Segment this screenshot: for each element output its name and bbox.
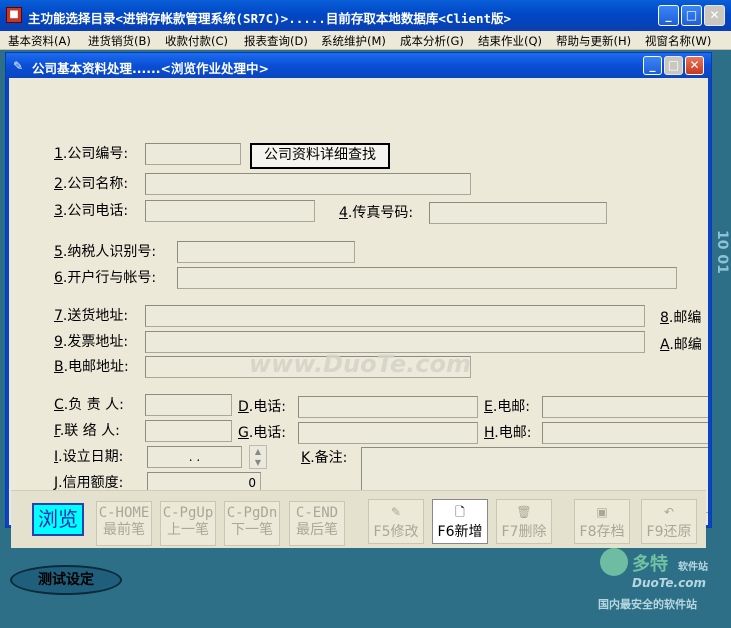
edit-button[interactable]: ✎ F5修改 [368,499,424,544]
new-doc-icon: 🗋 [455,505,465,519]
next-record-key: C-PgDn [226,505,278,521]
edge-watermark: 10 01 [714,230,730,274]
undo-label: F9还原 [646,524,692,540]
person-in-charge-field[interactable] [145,394,232,416]
phone-g-field[interactable] [298,422,478,444]
phone-d-label: D.电话: [238,399,286,415]
menu-exit[interactable]: 结束作业(Q) [478,33,542,49]
test-settings-button[interactable]: 测试设定 [10,565,122,595]
next-record-button[interactable]: C-PgDn 下一笔 [224,501,280,546]
main-titlebar: ■ 主功能选择目录<进销存帐款管理系统(SR7C)>.....目前存取本地数据库… [0,0,731,31]
logo-slogan-text: 国内最安全的软件站 [598,598,697,611]
setup-date-field[interactable]: . . [147,446,242,468]
email-h-label: H.电邮: [484,425,532,441]
contact-field[interactable] [145,420,232,442]
email-e-field[interactable] [542,396,708,418]
tax-id-field[interactable] [177,241,355,263]
company-lookup-button[interactable]: 公司资料详细查找 [250,143,390,169]
menu-system-maintenance[interactable]: 系统维护(M) [321,33,386,49]
undo-button[interactable]: ↶ F9还原 [641,499,697,544]
email-e-label: E.电邮: [484,399,531,415]
duote-logo-icon [600,548,628,576]
delivery-zip-label: 8.邮编 [660,310,702,326]
save-icon: ▣ [596,505,608,519]
undo-icon: ↶ [663,505,675,519]
company-no-field[interactable] [145,143,241,165]
save-button[interactable]: ▣ F8存档 [574,499,630,544]
delivery-address-label: 7.送货地址: [54,308,129,324]
contact-label: F.联 络 人: [54,423,120,439]
edit-icon: ✎ [390,505,402,519]
menu-cost-analysis[interactable]: 成本分析(G) [400,33,464,49]
first-record-button[interactable]: C-HOME 最前笔 [96,501,152,546]
prev-record-key: C-PgUp [162,505,214,521]
delete-icon: 🗑 [516,505,532,519]
logo-url-text: DuoTe.com [632,576,706,590]
menu-window-name[interactable]: 视窗名称(W) [645,33,711,49]
last-record-label: 最后笔 [296,522,338,538]
delete-button[interactable]: 🗑 F7删除 [496,499,552,544]
child-titlebar: ✎ 公司基本资料处理......<浏览作业处理中> _ □ ✕ [6,53,711,78]
child-close-button[interactable]: ✕ [685,56,704,75]
child-minimize-button[interactable]: _ [643,56,662,75]
delivery-address-field[interactable] [145,305,645,327]
save-label: F8存档 [579,524,625,540]
email-h-field[interactable] [542,422,708,444]
phone-g-label: G.电话: [238,425,287,441]
company-name-field[interactable] [145,173,471,195]
app-icon: ■ [6,7,22,23]
mode-indicator: 浏览 [32,503,84,536]
company-no-label: 1.公司编号: [54,146,129,162]
setup-date-label: I.设立日期: [54,449,124,465]
center-watermark: www.DuoTe.com [249,350,471,378]
phone-d-field[interactable] [298,396,478,418]
spin-down-icon[interactable]: ▼ [250,457,266,468]
spin-up-icon[interactable]: ▲ [250,446,266,457]
record-toolbar: 浏览 C-HOME 最前笔 C-PgUp 上一笔 C-PgDn 下一笔 C-EN… [11,490,706,548]
menu-report-query[interactable]: 报表查询(D) [244,33,308,49]
new-label: F6新增 [437,524,483,540]
menu-help-update[interactable]: 帮助与更新(H) [556,33,631,49]
prev-record-label: 上一笔 [167,522,209,538]
remarks-label: K.备注: [301,450,348,466]
menu-basic-data[interactable]: 基本资料(A) [8,33,71,49]
bank-account-label: 6.开户行与帐号: [54,270,157,286]
new-button[interactable]: 🗋 F6新增 [432,499,488,544]
company-phone-label: 3.公司电话: [54,203,129,219]
last-record-key: C-END [295,505,339,521]
logo-cn-text: 多特 [632,554,668,575]
window-icon: ✎ [13,59,24,73]
form-body: 1.公司编号: 公司资料详细查找 2.公司名称: 3.公司电话: 4.传真号码:… [9,78,708,525]
child-window-title: 公司基本资料处理......<浏览作业处理中> [32,61,269,76]
menu-receipt-payment[interactable]: 收款付款(C) [165,33,228,49]
main-window-title: 主功能选择目录<进销存帐款管理系统(SR7C)>.....目前存取本地数据库<C… [28,11,512,26]
maximize-button[interactable]: □ [681,5,702,26]
email-address-label: B.电邮地址: [54,359,129,375]
prev-record-button[interactable]: C-PgUp 上一笔 [160,501,216,546]
invoice-address-label: 9.发票地址: [54,334,129,350]
menu-purchase-sales[interactable]: 进货销货(B) [88,33,151,49]
edit-label: F5修改 [373,524,419,540]
delete-label: F7删除 [501,524,547,540]
next-record-label: 下一笔 [231,522,273,538]
first-record-label: 最前笔 [103,522,145,538]
bank-account-field[interactable] [177,267,677,289]
date-spinner[interactable]: ▲ ▼ [249,445,267,469]
last-record-button[interactable]: C-END 最后笔 [289,501,345,546]
menubar: 基本资料(A) 进货销货(B) 收款付款(C) 报表查询(D) 系统维护(M) … [0,31,731,50]
child-window: ✎ 公司基本资料处理......<浏览作业处理中> _ □ ✕ 1.公司编号: … [5,52,712,548]
logo-sub-text: 软件站 [678,562,708,573]
invoice-zip-label: A.邮编 [660,337,702,353]
person-in-charge-label: C.负 责 人: [54,397,124,413]
close-button[interactable]: ✕ [704,5,725,26]
minimize-button[interactable]: _ [658,5,679,26]
fax-label: 4.传真号码: [339,205,414,221]
tax-id-label: 5.纳税人识别号: [54,244,157,260]
fax-field[interactable] [429,202,607,224]
company-name-label: 2.公司名称: [54,176,129,192]
company-phone-field[interactable] [145,200,315,222]
child-maximize-button[interactable]: □ [664,56,683,75]
first-record-key: C-HOME [98,505,150,521]
